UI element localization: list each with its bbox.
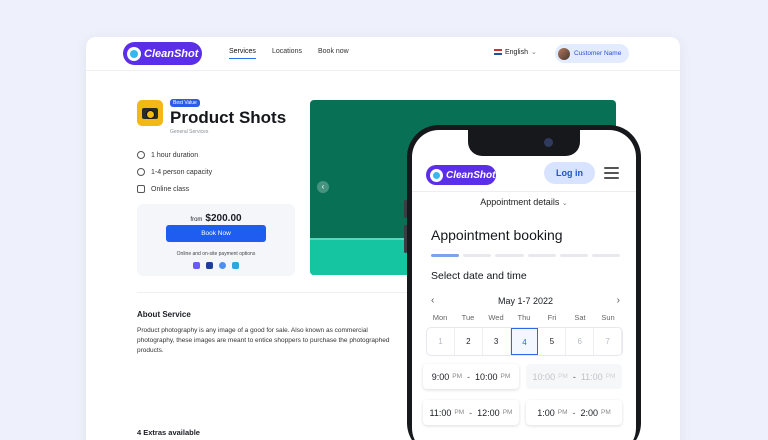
month-label: May 1-7 2022 [497,296,554,306]
card-icon [232,262,239,269]
brand-name: CleanShot [144,47,199,60]
weekday: Mon [432,313,448,322]
product-category: General Services [170,129,209,135]
booking-heading: Appointment booking [431,227,563,243]
weekday: Wed [488,313,504,322]
nav-link-locations[interactable]: Locations [272,48,302,55]
paypal-icon [206,262,213,269]
feature-capacity: 1-4 person capacity [137,168,212,176]
uk-flag-icon [494,49,502,55]
nav-link-services[interactable]: Services [229,48,256,59]
select-date-heading: Select date and time [431,270,527,282]
person-icon [137,168,145,176]
weekday: Sat [574,313,586,322]
price-card: from $200.00 Book Now Online and on-site … [137,204,295,276]
progress-step [559,254,588,257]
feature-label: 1-4 person capacity [151,168,213,176]
date-cell[interactable]: 3 [483,328,511,355]
weekday: Fri [547,313,557,322]
date-cell-selected[interactable]: 4 [510,328,539,355]
nav-link-book-now[interactable]: Book now [318,48,349,55]
chevron-down-icon: ⌄ [561,200,568,207]
camera-icon [137,100,163,126]
about-text: Product photography is any image of a go… [137,327,390,354]
time-slot[interactable]: 9:00 PM - 10:00 PM [423,364,519,389]
date-cell[interactable]: 2 [455,328,483,355]
price: from $200.00 [137,213,295,224]
chevron-down-icon: ⌄ [530,49,537,56]
brand-name: CleanShot [446,169,496,181]
phone-mockup: CleanShot Log in Appointment details ⌄ A… [404,125,641,440]
weekday: Thu [517,313,531,322]
progress-step [495,254,524,257]
customer-menu[interactable]: Customer Name [555,44,629,63]
weekday: Tue [461,313,475,322]
about-heading: About Service [137,310,191,319]
date-cell[interactable]: 5 [538,328,567,355]
progress-step [431,254,460,257]
video-icon [137,185,145,193]
time-slot[interactable]: 1:00 PM - 2:00 PM [526,400,622,425]
clock-icon [137,151,145,159]
weekday-row: Mon Tue Wed Thu Fri Sat Sun [426,313,623,322]
feature-duration: 1 hour duration [137,151,198,159]
feature-label: 1 hour duration [151,151,199,159]
stripe-icon [193,262,200,269]
date-cell: 7 [594,328,622,355]
feature-label: Online class [151,185,190,193]
progress-step [591,254,621,257]
language-selector[interactable]: English ⌄ [494,48,537,56]
feature-online: Online class [137,185,189,193]
book-now-button[interactable]: Book Now [166,225,266,242]
search-pay-icon [219,262,226,269]
brand-logo[interactable]: CleanShot [426,165,496,185]
phone-screen: CleanShot Log in Appointment details ⌄ A… [412,130,636,440]
time-slot[interactable]: 11:00 PM - 12:00 PM [423,400,519,425]
progress-step [463,254,492,257]
progress-step [527,254,556,257]
extras-heading: 4 Extras available [137,428,200,437]
camera-lens-icon [544,138,553,147]
login-button[interactable]: Log in [544,162,595,184]
date-cell: 1 [427,328,455,355]
price-prefix: from [190,217,203,223]
payment-icons [137,262,295,269]
logo-icon [127,46,141,61]
top-navigation: CleanShot Services Locations Book now En… [86,37,680,71]
brand-logo[interactable]: CleanShot [123,42,202,65]
weekday: Sun [601,313,615,322]
appointment-details-toggle[interactable]: Appointment details ⌄ [412,197,636,207]
date-row: 1 2 3 4 5 6 7 [426,327,623,356]
details-label: Appointment details [480,197,560,207]
menu-icon[interactable] [604,167,619,180]
best-value-badge: Best Value [170,99,200,107]
price-value: $200.00 [205,213,242,224]
language-label: English [505,48,528,56]
product-title: Product Shots [170,108,287,127]
payment-note: Online and on-site payment options [176,251,256,257]
logo-icon [430,168,443,182]
chevron-left-icon[interactable]: ‹ [317,181,329,193]
time-slot-unavailable: 10:00 PM - 11:00 PM [526,364,622,389]
customer-name: Customer Name [574,50,622,57]
booking-progress [431,254,621,257]
phone-notch [468,130,580,156]
date-cell: 6 [566,328,595,355]
chevron-right-icon[interactable]: › [617,295,620,306]
avatar [558,47,570,60]
